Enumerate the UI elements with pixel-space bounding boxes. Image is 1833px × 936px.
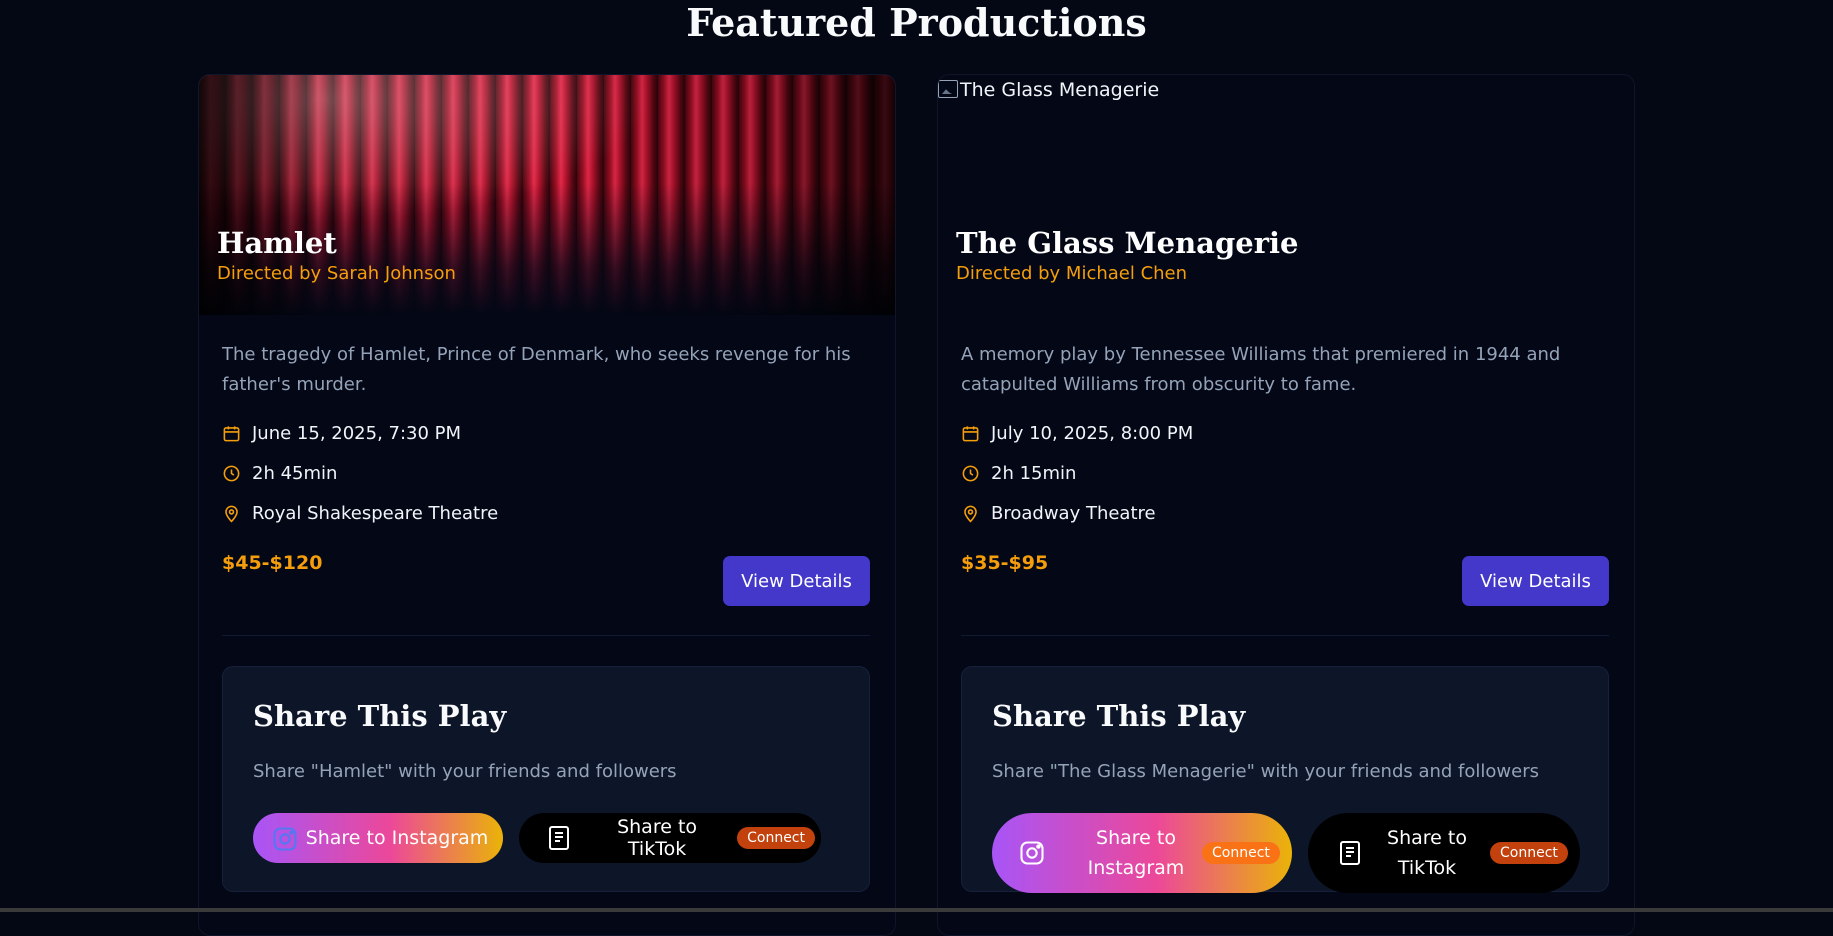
image-alt-text: The Glass Menagerie (960, 79, 1160, 101)
production-director: Directed by Michael Chen (956, 263, 1188, 284)
clock-icon (223, 465, 240, 481)
production-card-hamlet: Hamlet Directed by Sarah Johnson The tra… (198, 74, 896, 936)
production-title: Hamlet (217, 226, 337, 260)
document-icon (1340, 841, 1360, 865)
share-instagram-button[interactable]: Share to Instagram Connect (992, 813, 1292, 893)
share-tiktok-button[interactable]: Share to TikTok Connect (519, 813, 821, 863)
production-venue: Broadway Theatre (961, 501, 1561, 525)
production-title: The Glass Menagerie (956, 226, 1299, 260)
view-details-button[interactable]: View Details (1462, 556, 1609, 606)
calendar-icon (223, 425, 240, 441)
share-panel: Share This Play Share "Hamlet" with your… (222, 666, 870, 892)
share-panel: Share This Play Share "The Glass Menager… (961, 666, 1609, 893)
production-description: The tragedy of Hamlet, Prince of Denmark… (222, 344, 851, 395)
instagram-icon (1020, 841, 1044, 865)
clock-icon (962, 465, 979, 481)
price-range: $35-$95 (961, 552, 1049, 574)
page-title: Featured Productions (686, 0, 1147, 45)
production-duration: 2h 15min (961, 461, 1561, 485)
calendar-icon (962, 425, 979, 441)
share-instagram-button[interactable]: Share to Instagram (253, 813, 503, 863)
production-image: The Glass Menagerie The Glass Menagerie … (938, 75, 1634, 315)
divider (961, 635, 1609, 636)
map-pin-icon (225, 505, 238, 523)
production-image: Hamlet Directed by Sarah Johnson (199, 75, 895, 315)
production-card-glass-menagerie: The Glass Menagerie The Glass Menagerie … (937, 74, 1635, 936)
share-title: Share This Play (253, 699, 507, 733)
production-duration: 2h 45min (222, 461, 822, 485)
production-date: July 10, 2025, 8:00 PM (961, 421, 1561, 445)
share-title: Share This Play (992, 699, 1246, 733)
instagram-icon (273, 827, 297, 851)
window-bottom-edge (0, 908, 1833, 912)
price-range: $45-$120 (222, 552, 323, 574)
connect-badge: Connect (1202, 842, 1280, 864)
production-date: June 15, 2025, 7:30 PM (222, 421, 822, 445)
connect-badge: Connect (737, 827, 815, 849)
divider (222, 635, 870, 636)
document-icon (549, 826, 569, 850)
share-subtitle: Share "The Glass Menagerie" with your fr… (992, 761, 1539, 782)
view-details-button[interactable]: View Details (723, 556, 870, 606)
connect-badge: Connect (1490, 842, 1568, 864)
broken-image: The Glass Menagerie (938, 79, 1159, 101)
production-venue: Royal Shakespeare Theatre (222, 501, 822, 525)
production-director: Directed by Sarah Johnson (217, 263, 456, 284)
share-tiktok-button[interactable]: Share to TikTok Connect (1308, 813, 1580, 893)
share-subtitle: Share "Hamlet" with your friends and fol… (253, 761, 677, 782)
broken-image-icon (938, 80, 958, 98)
map-pin-icon (964, 505, 977, 523)
production-description: A memory play by Tennessee Williams that… (961, 344, 1561, 395)
